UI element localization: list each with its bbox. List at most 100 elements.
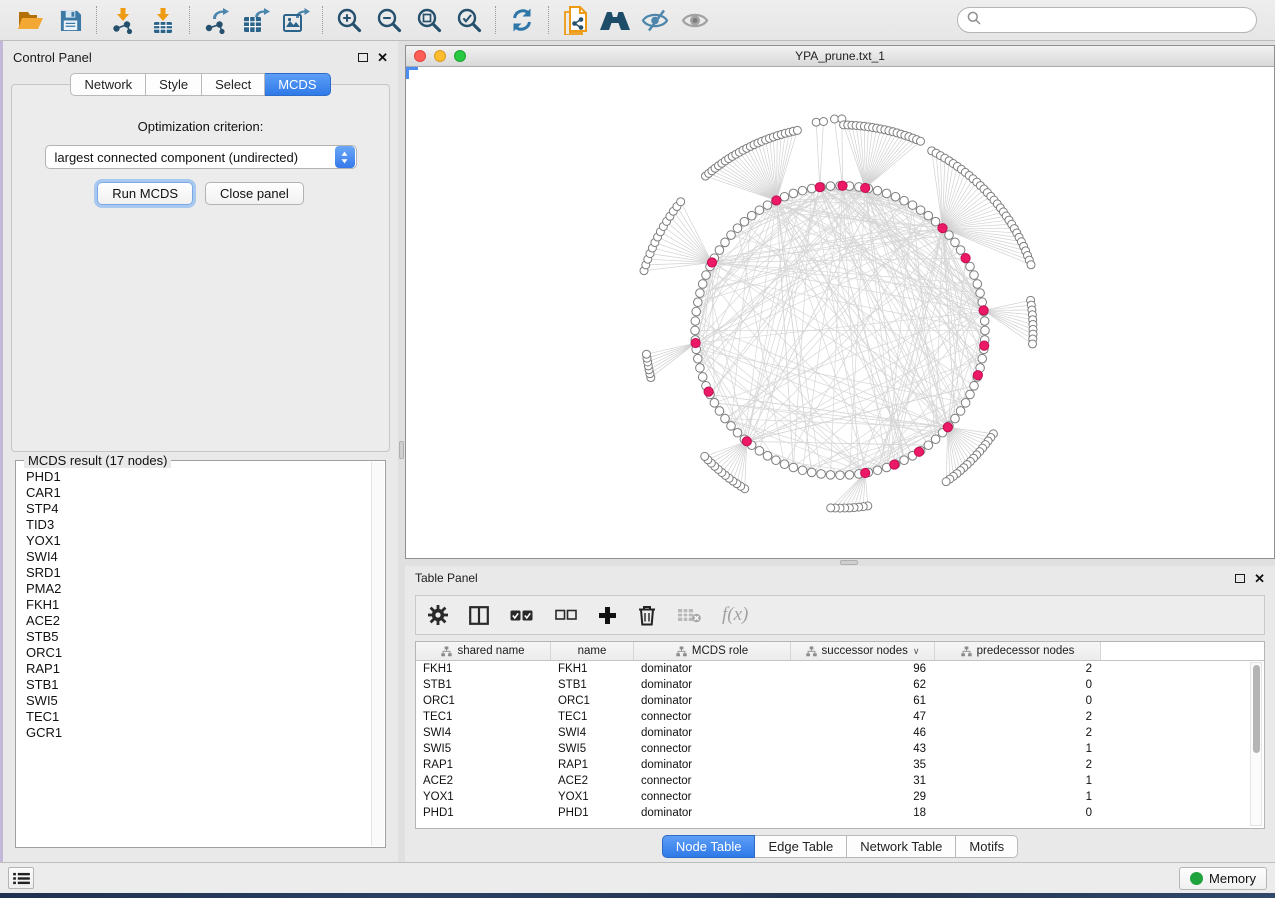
network-node[interactable] <box>691 317 700 326</box>
network-node[interactable] <box>715 246 724 255</box>
network-node[interactable] <box>970 382 979 391</box>
import-table-icon[interactable] <box>143 3 183 37</box>
network-node[interactable] <box>798 466 807 475</box>
splitter-grip[interactable] <box>840 560 858 565</box>
mcds-node-item[interactable]: FKH1 <box>18 597 371 613</box>
mcds-node[interactable] <box>980 341 989 350</box>
network-node[interactable] <box>951 238 960 247</box>
network-node[interactable] <box>677 198 685 206</box>
network-node[interactable] <box>789 189 798 198</box>
network-node[interactable] <box>694 298 703 307</box>
add-column-icon[interactable] <box>598 606 617 625</box>
table-row[interactable]: SWI4SWI4dominator462 <box>416 725 1264 741</box>
table-row[interactable]: TEC1TEC1connector472 <box>416 709 1264 725</box>
network-node[interactable] <box>793 126 801 134</box>
network-node[interactable] <box>976 289 985 298</box>
delete-column-icon[interactable] <box>638 605 656 626</box>
network-node[interactable] <box>924 211 933 220</box>
tab-node-table[interactable]: Node Table <box>662 835 756 858</box>
share-document-icon[interactable] <box>555 3 595 37</box>
mcds-node-item[interactable]: ACE2 <box>18 613 371 629</box>
network-node[interactable] <box>789 463 798 472</box>
export-image-icon[interactable] <box>276 3 316 37</box>
network-node[interactable] <box>807 468 816 477</box>
tab-select[interactable]: Select <box>202 73 265 96</box>
export-network-icon[interactable] <box>196 3 236 37</box>
mcds-node-item[interactable]: PMA2 <box>18 581 371 597</box>
mcds-node[interactable] <box>691 338 700 347</box>
network-node[interactable] <box>931 435 940 444</box>
network-node[interactable] <box>882 189 891 198</box>
network-node[interactable] <box>917 137 925 145</box>
network-node[interactable] <box>924 441 933 450</box>
network-node[interactable] <box>721 414 730 423</box>
zoom-fit-icon[interactable] <box>409 3 449 37</box>
mcds-node-item[interactable]: SWI5 <box>18 693 371 709</box>
mcds-node[interactable] <box>973 371 982 380</box>
float-panel-icon[interactable] <box>1235 574 1245 583</box>
network-node[interactable] <box>981 326 990 335</box>
column-header-predecessor-nodes[interactable]: predecessor nodes <box>935 642 1101 660</box>
search-box[interactable] <box>957 7 1257 33</box>
tab-motifs[interactable]: Motifs <box>956 835 1018 858</box>
network-node[interactable] <box>692 307 701 316</box>
mcds-node[interactable] <box>861 183 870 192</box>
zoom-in-icon[interactable] <box>329 3 369 37</box>
network-node[interactable] <box>831 115 839 123</box>
network-node[interactable] <box>698 373 707 382</box>
network-node[interactable] <box>966 390 975 399</box>
network-node[interactable] <box>780 460 789 469</box>
float-panel-icon[interactable] <box>358 53 368 62</box>
network-titlebar[interactable]: YPA_prune.txt_1 <box>406 46 1274 67</box>
network-node[interactable] <box>727 231 736 240</box>
network-node[interactable] <box>696 364 705 373</box>
column-header-name[interactable]: name <box>551 642 634 660</box>
network-node[interactable] <box>916 206 925 215</box>
tab-network-table[interactable]: Network Table <box>847 835 956 858</box>
mcds-node[interactable] <box>838 181 847 190</box>
network-node[interactable] <box>694 354 703 363</box>
network-node[interactable] <box>798 186 807 195</box>
network-node[interactable] <box>961 399 970 408</box>
mcds-node-item[interactable]: SRD1 <box>18 565 371 581</box>
network-node[interactable] <box>1027 261 1035 269</box>
network-node[interactable] <box>812 118 820 126</box>
network-node[interactable] <box>702 271 711 280</box>
mcds-node[interactable] <box>938 224 947 233</box>
network-node[interactable] <box>931 217 940 226</box>
network-node[interactable] <box>951 414 960 423</box>
table-row[interactable]: FKH1FKH1dominator962 <box>416 661 1264 677</box>
network-node[interactable] <box>873 186 882 195</box>
mcds-node-item[interactable]: GCR1 <box>18 725 371 741</box>
network-node[interactable] <box>826 471 835 480</box>
network-node[interactable] <box>900 196 909 205</box>
network-node[interactable] <box>826 182 835 191</box>
export-table-icon[interactable] <box>236 3 276 37</box>
mcds-node[interactable] <box>979 306 988 315</box>
splitter-grip[interactable] <box>399 441 404 459</box>
table-row[interactable]: PHD1PHD1dominator180 <box>416 805 1264 821</box>
mcds-node[interactable] <box>914 447 923 456</box>
network-node[interactable] <box>966 262 975 271</box>
network-node[interactable] <box>845 471 854 480</box>
table-row[interactable]: ACE2ACE2connector311 <box>416 773 1264 789</box>
search-input[interactable] <box>987 13 1247 27</box>
mcds-node[interactable] <box>704 387 713 396</box>
network-node[interactable] <box>980 317 989 326</box>
mcds-node-item[interactable]: CAR1 <box>18 485 371 501</box>
tab-style[interactable]: Style <box>146 73 202 96</box>
network-node[interactable] <box>970 271 979 280</box>
network-node[interactable] <box>747 211 756 220</box>
network-node[interactable] <box>945 231 954 240</box>
search-network-icon[interactable] <box>595 3 635 37</box>
mcds-node[interactable] <box>707 258 716 267</box>
scrollbar-thumb[interactable] <box>1253 665 1260 753</box>
network-node[interactable] <box>698 280 707 289</box>
table-row[interactable]: SWI5SWI5connector431 <box>416 741 1264 757</box>
close-panel-icon[interactable]: ✕ <box>377 51 388 64</box>
mcds-node-item[interactable]: YOX1 <box>18 533 371 549</box>
network-node[interactable] <box>780 192 789 201</box>
network-node[interactable] <box>733 224 742 233</box>
network-node[interactable] <box>817 470 826 479</box>
mcds-node[interactable] <box>772 196 781 205</box>
